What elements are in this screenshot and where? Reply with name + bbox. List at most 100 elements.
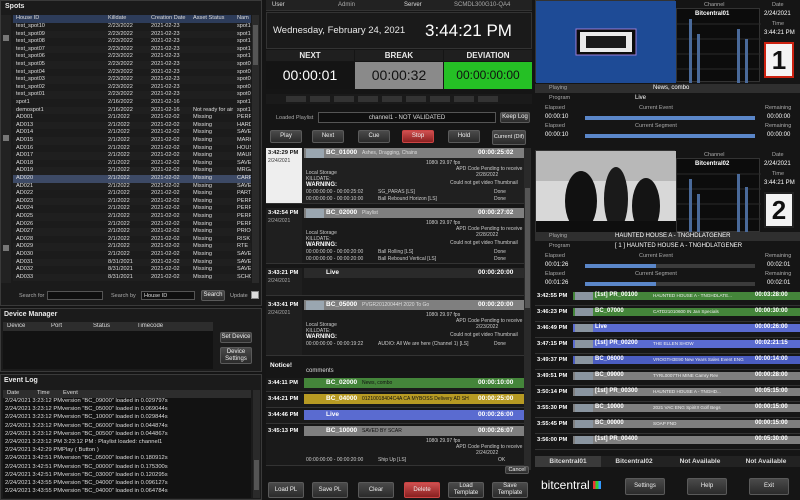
- playlist-item[interactable]: 3:42:54 PM 2/24/2021 BC_02000 Playlist 00:00…: [266, 208, 524, 264]
- tab-not-available-1[interactable]: Not Available: [667, 456, 733, 467]
- playlist-item[interactable]: 3:44:46 PM Live 00:00:26:00: [266, 410, 524, 424]
- spots-scrollbar[interactable]: [252, 15, 259, 283]
- spot-row[interactable]: test_spot02 2/23/2022 2021-02-23 spot0: [13, 84, 251, 92]
- spot-cell: Missing: [193, 228, 212, 235]
- hold-button[interactable]: Hold: [448, 130, 480, 143]
- col-killdate[interactable]: Killdate: [108, 15, 148, 21]
- spot-row[interactable]: AD019 2/1/2022 2021-02-02 Missing MRGA: [13, 167, 251, 175]
- list-icon[interactable]: [3, 245, 9, 251]
- settings-button[interactable]: Settings: [625, 478, 665, 495]
- col-port[interactable]: Port: [51, 323, 62, 329]
- spot-row[interactable]: test_spot08 2/23/2022 2021-02-23 spot1: [13, 38, 251, 46]
- spot-row[interactable]: AD026 2/1/2022 2021-02-02 Missing PERF: [13, 221, 251, 229]
- device-settings-button[interactable]: Device Settings: [220, 347, 252, 364]
- col-time[interactable]: Time: [37, 390, 50, 396]
- set-device-button[interactable]: Set Device: [220, 332, 252, 343]
- ch2-playlist-item[interactable]: 3:46:49 PM Live 00:00:26:00: [535, 323, 800, 338]
- spot-row[interactable]: AD025 2/1/2022 2021-02-02 Missing PERF: [13, 213, 251, 221]
- spot-row[interactable]: test_spot09 2/23/2022 2021-02-23 spot1: [13, 30, 251, 39]
- cue-button[interactable]: Cue: [358, 130, 390, 143]
- spot-row[interactable]: test_spot07 2/23/2022 2021-02-23 spot1: [13, 45, 251, 54]
- event-log-scrollbar[interactable]: [253, 390, 260, 498]
- spot-row[interactable]: AD028 2/1/2022 2021-02-02 Missing RISK: [13, 236, 251, 244]
- spot-row[interactable]: AD029 2/1/2022 2021-02-02 Missing RTE: [13, 243, 251, 251]
- spot-row[interactable]: AD016 2/1/2022 2021-02-02 Missing HOUS: [13, 145, 251, 153]
- delete-button[interactable]: Delete: [404, 482, 440, 498]
- col-creation-date[interactable]: Creation Date: [151, 15, 191, 21]
- spot-row[interactable]: AD032 8/31/2021 2021-02-02 Missing SAVE: [13, 266, 251, 274]
- ch2-playlist-item[interactable]: 3:42:55 PM [1st] PR_00100 HAUNTED HOUSE A …: [535, 291, 800, 306]
- col-event[interactable]: Event: [63, 390, 78, 396]
- ch2-playlist-item[interactable]: 3:55:30 PM BC_10000 2021 VAC ENG Spirit!! …: [535, 403, 800, 418]
- spot-row[interactable]: AD030 2/1/2022 2021-02-02 Missing SAVE: [13, 251, 251, 259]
- col-status[interactable]: Status: [93, 323, 110, 329]
- spot-row[interactable]: AD013 2/1/2022 2021-02-02 Missing HARD: [13, 121, 251, 130]
- tab-bitcentral01[interactable]: Bitcentral01: [535, 456, 601, 467]
- clear-button[interactable]: Clear: [358, 482, 394, 498]
- spot-row[interactable]: spot1 2/16/2022 2021-02-16 spot1: [13, 99, 251, 107]
- help-button[interactable]: Help: [687, 478, 727, 495]
- spot-row[interactable]: AD014 2/1/2022 2021-02-02 Missing SAVE: [13, 129, 251, 137]
- playlist-item[interactable]: 3:43:41 PM 2/24/2021 BC_05000 PVGR20120044H…: [266, 300, 524, 356]
- ch2-playlist-item[interactable]: 3:49:37 PM BC_06000 VROGTH3E90 New Years S…: [535, 355, 800, 370]
- spot-row[interactable]: AD017 2/1/2022 2021-02-02 Missing MAUR: [13, 152, 251, 160]
- spot-row[interactable]: test_spot10 2/23/2022 2021-02-23 spot1: [13, 23, 251, 31]
- search-input[interactable]: [47, 291, 103, 300]
- spot-row[interactable]: AD033 8/31/2021 2021-02-02 Missing SCHO: [13, 273, 251, 282]
- ch2-playlist-item[interactable]: 3:56:00 PM [1st] PR_00400 00:05:30:00: [535, 435, 800, 450]
- current-dif-button[interactable]: Current (Dif): [492, 130, 526, 145]
- spot-row[interactable]: AD027 2/1/2022 2021-02-02 Missing PRIO: [13, 228, 251, 236]
- cancel-button[interactable]: Cancel: [505, 466, 529, 474]
- load-pl-button[interactable]: Load PL: [268, 482, 304, 498]
- col-name[interactable]: Nam: [237, 15, 251, 21]
- spot-row[interactable]: AD031 8/31/2021 2021-02-02 Missing SAVE: [13, 258, 251, 267]
- ch2-playlist-item[interactable]: 3:50:14 PM [1st] PR_00300 HAUNTED HOUSE A …: [535, 387, 800, 402]
- playlist-item[interactable]: 3:44:21 PM BC_04000 01210018404C4A CA MYBO…: [266, 394, 524, 408]
- ch2-playlist-item[interactable]: 3:46:23 PM BC_07000 CATD21010600 IN Jan Sp…: [535, 307, 800, 322]
- tab-bitcentral02[interactable]: Bitcentral02: [601, 456, 667, 467]
- spot-row[interactable]: AD022 2/1/2022 2021-02-02 Missing PART: [13, 190, 251, 198]
- col-timecode[interactable]: Timecode: [137, 323, 163, 329]
- ch2-playlist-item[interactable]: 3:55:45 PM BC_00000 SOAP FND 00:00:15:00: [535, 419, 800, 434]
- spot-row[interactable]: AD020 2/1/2022 2021-02-02 Missing CARP: [13, 175, 251, 183]
- ch2-playlist-item[interactable]: 3:47:15 PM [1st] PR_00200 THE ELLEN SHOW 00…: [535, 339, 800, 354]
- keep-log-button[interactable]: Keep Log: [500, 112, 530, 123]
- filter-icon[interactable]: [3, 35, 9, 41]
- col-asset-status[interactable]: Asset Status: [193, 15, 235, 21]
- search-button[interactable]: Search: [201, 290, 225, 301]
- playlist-item[interactable]: 3:42:29 PM 2/24/2021 BC_01000 Ashes, Draggi…: [266, 148, 524, 204]
- spot-row[interactable]: demospot1 2/16/2022 2021-02-16 Not ready fo…: [13, 106, 251, 115]
- ch2-playlist-item[interactable]: 3:49:51 PM BC_09000 TYRL0007TH MINE Camry …: [535, 371, 800, 386]
- spot-row[interactable]: test_spot05 2/23/2022 2021-02-23 spot0: [13, 61, 251, 69]
- tab-not-available-2[interactable]: Not Available: [733, 456, 799, 467]
- spot-row[interactable]: AD001 2/1/2022 2021-02-02 Missing PERF: [13, 114, 251, 122]
- spot-row[interactable]: AD015 2/1/2022 2021-02-02 Missing MARK: [13, 137, 251, 145]
- playlist-item[interactable]: 3:43:21 PM 2/24/2021 Live 00:00:20:00: [266, 268, 524, 296]
- spot-row[interactable]: test_spot03 2/23/2022 2021-02-23 spot0: [13, 76, 251, 84]
- spot-row[interactable]: AD023 2/1/2022 2021-02-02 Missing PERF: [13, 197, 251, 206]
- loaded-playlist-field[interactable]: channel1 - NOT VALIDATED: [318, 112, 496, 123]
- spot-row[interactable]: test_spot06 2/23/2022 2021-02-23 spot1: [13, 53, 251, 61]
- save-pl-button[interactable]: Save PL: [312, 482, 348, 498]
- next-button[interactable]: Next: [312, 130, 344, 143]
- add-icon[interactable]: [3, 135, 9, 141]
- update-checkbox[interactable]: [251, 291, 259, 299]
- exit-button[interactable]: Exit: [749, 478, 789, 495]
- spot-row[interactable]: AD024 2/1/2022 2021-02-02 Missing PERF: [13, 205, 251, 213]
- spot-row[interactable]: test_spot01 2/23/2022 2021-02-23 spot0: [13, 91, 251, 99]
- spot-row[interactable]: test_spot04 2/23/2022 2021-02-23 spot0: [13, 69, 251, 77]
- save-template-button[interactable]: Save Template: [492, 482, 528, 498]
- playlist-item[interactable]: 3:44:11 PM BC_02000 News, combo 00:00:10:00: [266, 378, 524, 392]
- playlist-scrollbar[interactable]: [524, 148, 531, 470]
- col-date[interactable]: Date: [7, 390, 19, 396]
- play-button[interactable]: Play: [270, 130, 302, 143]
- load-template-button[interactable]: Load Template: [448, 482, 484, 498]
- spot-row[interactable]: AD021 2/1/2022 2021-02-02 Missing SAVE: [13, 182, 251, 191]
- spot-row[interactable]: AD018 2/1/2022 2021-02-02 Missing SAVE: [13, 160, 251, 168]
- spot-cell: Missing: [193, 175, 212, 181]
- stop-button[interactable]: Stop: [402, 130, 434, 143]
- playlist-item[interactable]: 3:45:13 PM BC_10000 SAVED BY SCAR 00:00:26:…: [266, 426, 524, 466]
- col-device[interactable]: Device: [7, 323, 25, 329]
- col-house-id[interactable]: House ID: [16, 15, 106, 21]
- search-by-select[interactable]: House ID: [141, 291, 195, 300]
